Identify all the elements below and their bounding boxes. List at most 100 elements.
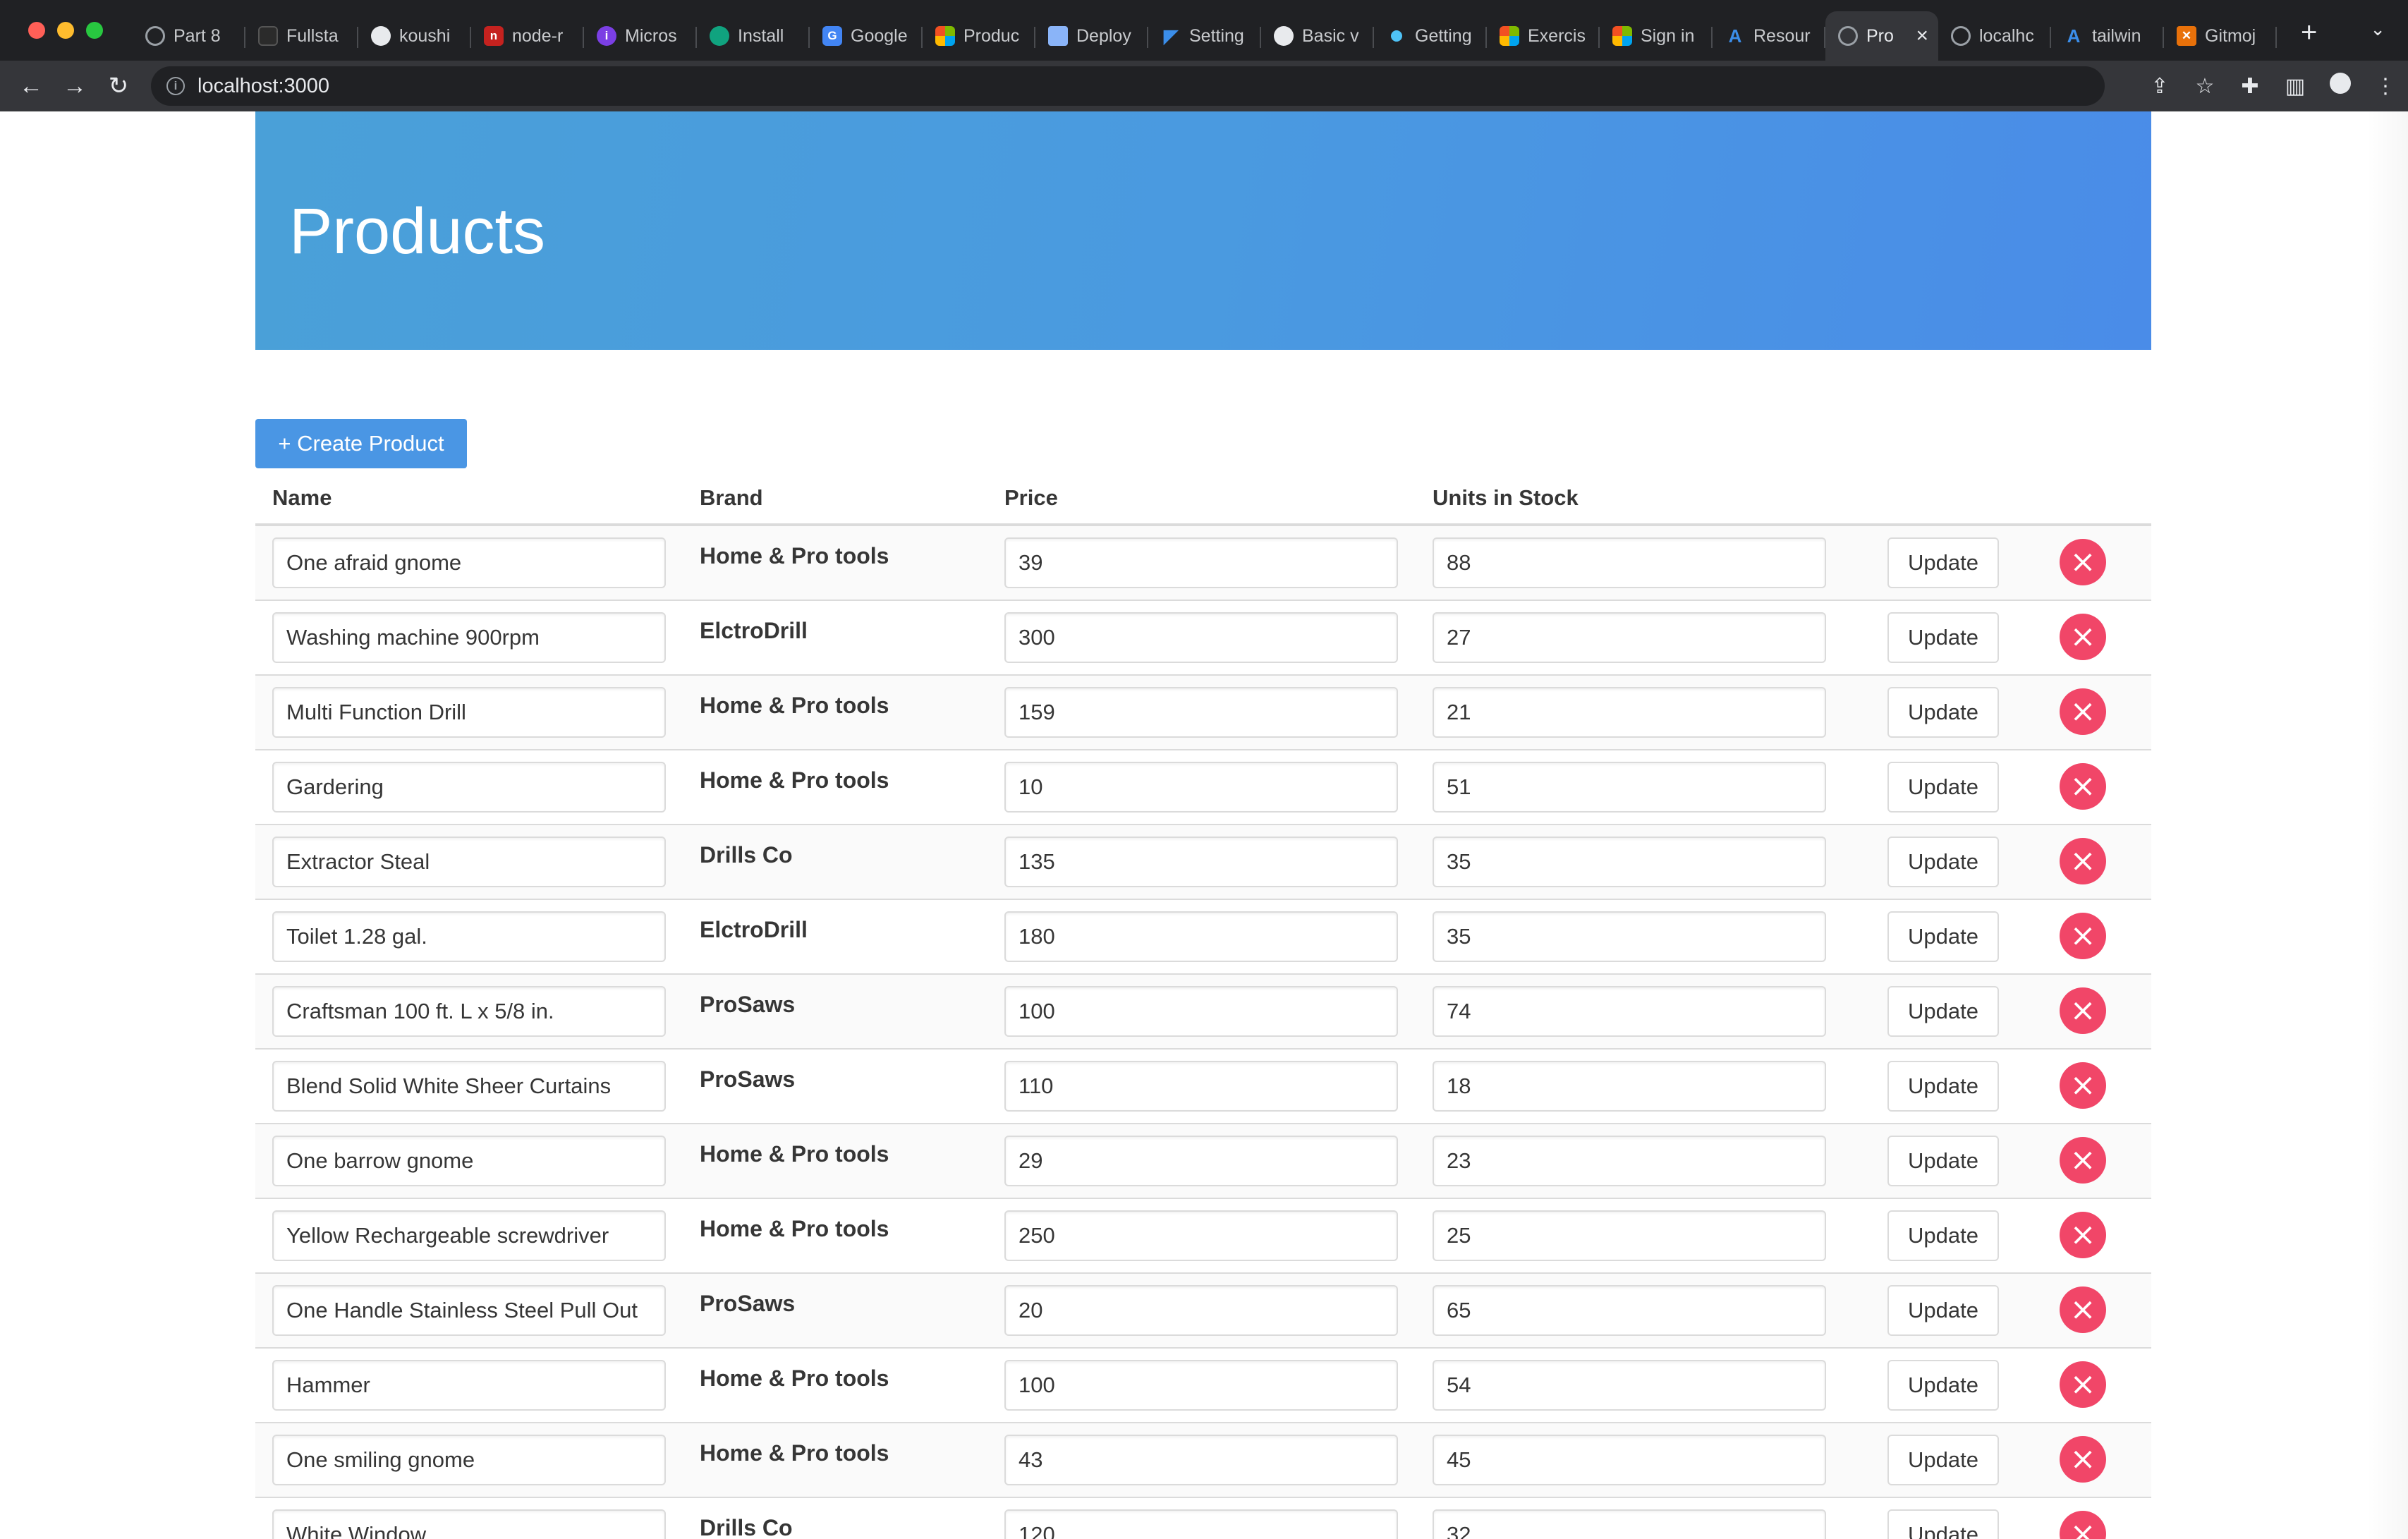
update-button[interactable]: Update (1887, 1360, 1999, 1411)
delete-icon[interactable]: × (2060, 614, 2106, 660)
browser-tab[interactable]: i Micros (584, 11, 697, 61)
browser-tab[interactable]: ✕ Gitmoj (2164, 11, 2277, 61)
product-units-input[interactable] (1433, 1360, 1826, 1411)
update-button[interactable]: Update (1887, 1435, 1999, 1485)
product-price-input[interactable] (1004, 1285, 1398, 1336)
product-price-input[interactable] (1004, 837, 1398, 887)
delete-icon[interactable]: × (2060, 1286, 2106, 1333)
product-price-input[interactable] (1004, 612, 1398, 663)
update-button[interactable]: Update (1887, 1136, 1999, 1186)
product-name-input[interactable] (272, 911, 666, 962)
delete-icon[interactable]: × (2060, 1361, 2106, 1408)
update-button[interactable]: Update (1887, 1285, 1999, 1336)
tab-search-chevron-icon[interactable]: ⌄ (2370, 18, 2385, 40)
product-name-input[interactable] (272, 537, 666, 588)
product-price-input[interactable] (1004, 1360, 1398, 1411)
address-bar[interactable]: i localhost:3000 (151, 66, 2105, 106)
browser-tab[interactable]: G Google (810, 11, 923, 61)
product-units-input[interactable] (1433, 537, 1826, 588)
browser-tab[interactable]: A Resour (1713, 11, 1825, 61)
browser-tab[interactable]: Pro × (1825, 11, 1938, 61)
product-name-input[interactable] (272, 1136, 666, 1186)
delete-icon[interactable]: × (2060, 913, 2106, 959)
update-button[interactable]: Update (1887, 612, 1999, 663)
browser-tab[interactable]: Sign in (1600, 11, 1713, 61)
product-price-input[interactable] (1004, 1210, 1398, 1261)
product-price-input[interactable] (1004, 1061, 1398, 1112)
product-units-input[interactable] (1433, 837, 1826, 887)
browser-tab[interactable]: Atailwin (2051, 11, 2164, 61)
close-tab-icon[interactable]: × (1916, 24, 1928, 48)
product-units-input[interactable] (1433, 1136, 1826, 1186)
url-text[interactable]: localhost:3000 (197, 75, 329, 98)
product-price-input[interactable] (1004, 986, 1398, 1037)
browser-tab[interactable]: Part 8 (133, 11, 245, 61)
product-units-input[interactable] (1433, 1210, 1826, 1261)
delete-icon[interactable]: × (2060, 763, 2106, 810)
product-name-input[interactable] (272, 1360, 666, 1411)
update-button[interactable]: Update (1887, 762, 1999, 813)
delete-icon[interactable]: × (2060, 838, 2106, 884)
browser-menu-icon[interactable]: ⋮ (2363, 74, 2408, 99)
side-panel-icon[interactable]: ▥ (2273, 74, 2318, 99)
browser-tab[interactable]: Produc (923, 11, 1035, 61)
update-button[interactable]: Update (1887, 1061, 1999, 1112)
browser-tab[interactable]: Basic v (1261, 11, 1374, 61)
delete-icon[interactable]: × (2060, 1511, 2106, 1539)
product-units-input[interactable] (1433, 1285, 1826, 1336)
product-price-input[interactable] (1004, 1435, 1398, 1485)
product-units-input[interactable] (1433, 612, 1826, 663)
browser-tab[interactable]: ◤ Setting (1148, 11, 1261, 61)
delete-icon[interactable]: × (2060, 1062, 2106, 1109)
product-units-input[interactable] (1433, 762, 1826, 813)
update-button[interactable]: Update (1887, 911, 1999, 962)
share-icon[interactable]: ⇪ (2137, 74, 2182, 99)
delete-icon[interactable]: × (2060, 1212, 2106, 1258)
maximize-window-button[interactable] (86, 22, 103, 39)
delete-icon[interactable]: × (2060, 1137, 2106, 1184)
product-units-input[interactable] (1433, 1061, 1826, 1112)
product-units-input[interactable] (1433, 911, 1826, 962)
product-name-input[interactable] (272, 1061, 666, 1112)
back-arrow-icon[interactable]: ← (18, 73, 44, 100)
browser-tab[interactable]: Install (697, 11, 810, 61)
product-name-input[interactable] (272, 762, 666, 813)
browser-tab[interactable]: localhc (1938, 11, 2051, 61)
browser-tab[interactable]: koushi (358, 11, 471, 61)
browser-tab[interactable]: n node-r (471, 11, 584, 61)
close-window-button[interactable] (28, 22, 45, 39)
delete-icon[interactable]: × (2060, 987, 2106, 1034)
update-button[interactable]: Update (1887, 837, 1999, 887)
product-name-input[interactable] (272, 986, 666, 1037)
product-price-input[interactable] (1004, 762, 1398, 813)
product-name-input[interactable] (272, 1210, 666, 1261)
product-name-input[interactable] (272, 687, 666, 738)
product-name-input[interactable] (272, 837, 666, 887)
create-product-button[interactable]: + Create Product (255, 419, 467, 468)
extensions-puzzle-icon[interactable]: ✚ (2227, 74, 2273, 99)
browser-tab[interactable]: Fullsta (245, 11, 358, 61)
product-units-input[interactable] (1433, 1435, 1826, 1485)
browser-tab[interactable]: Getting (1374, 11, 1487, 61)
delete-icon[interactable]: × (2060, 539, 2106, 585)
update-button[interactable]: Update (1887, 1509, 1999, 1539)
update-button[interactable]: Update (1887, 1210, 1999, 1261)
browser-tab[interactable]: Exercis (1487, 11, 1600, 61)
site-info-icon[interactable]: i (166, 77, 185, 95)
product-name-input[interactable] (272, 1285, 666, 1336)
product-price-input[interactable] (1004, 537, 1398, 588)
product-units-input[interactable] (1433, 1509, 1826, 1539)
browser-tab[interactable]: Deploy (1035, 11, 1148, 61)
reload-icon[interactable]: ↻ (106, 72, 131, 100)
product-price-input[interactable] (1004, 687, 1398, 738)
minimize-window-button[interactable] (57, 22, 74, 39)
delete-icon[interactable]: × (2060, 1436, 2106, 1483)
forward-arrow-icon[interactable]: → (62, 73, 87, 100)
product-price-input[interactable] (1004, 1136, 1398, 1186)
product-name-input[interactable] (272, 1435, 666, 1485)
update-button[interactable]: Update (1887, 687, 1999, 738)
product-price-input[interactable] (1004, 911, 1398, 962)
update-button[interactable]: Update (1887, 537, 1999, 588)
profile-avatar-icon[interactable] (2318, 73, 2363, 99)
product-units-input[interactable] (1433, 986, 1826, 1037)
